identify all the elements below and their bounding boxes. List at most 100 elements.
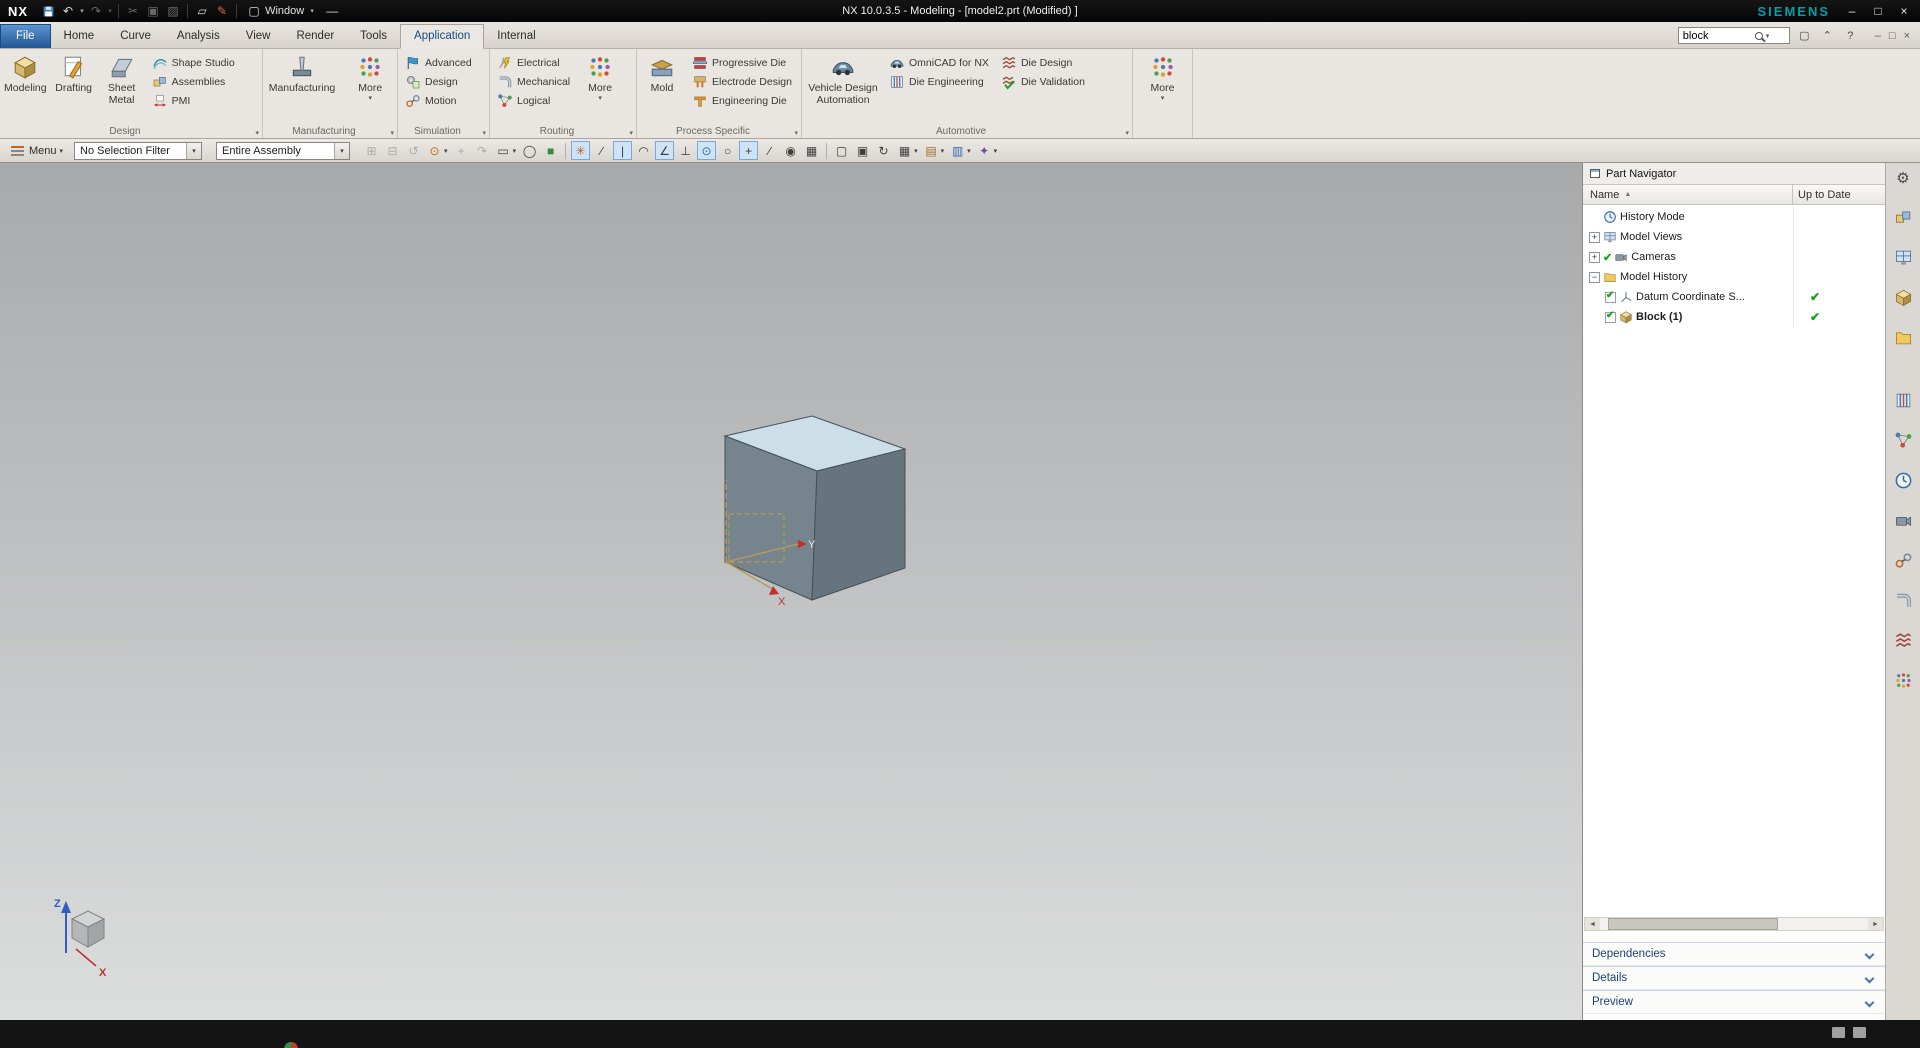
expand-icon[interactable]: +: [1589, 251, 1600, 263]
graphics-viewport[interactable]: Y X Z X: [0, 163, 1582, 1020]
electrical-button[interactable]: Electrical: [492, 53, 575, 72]
manufacturing-more-button[interactable]: More ▾: [347, 50, 393, 102]
die-engineering-button[interactable]: Die Engineering: [884, 72, 994, 91]
mechanical-button[interactable]: Mechanical: [492, 72, 575, 91]
point-dialog-icon[interactable]: ⊙: [425, 141, 444, 160]
chevron-down-icon[interactable]: ▾: [914, 147, 918, 155]
engineering-die-button[interactable]: Engineering Die: [687, 91, 797, 110]
chevron-down-icon[interactable]: ▾: [967, 147, 971, 155]
taskbar-tray-icons[interactable]: [1832, 1027, 1866, 1038]
resource-bar-icon[interactable]: [1894, 511, 1913, 530]
tab-analysis[interactable]: Analysis: [164, 25, 233, 48]
scroll-right-icon[interactable]: ►: [1868, 918, 1883, 930]
selection-scope-dropdown[interactable]: Entire Assembly ▾: [216, 141, 351, 160]
snap-circle-icon[interactable]: ○: [718, 141, 737, 160]
shape-studio-button[interactable]: Shape Studio: [147, 53, 240, 72]
expand-icon[interactable]: +: [1589, 231, 1600, 243]
process-specific-group-dropdown-icon[interactable]: ▾: [794, 129, 798, 137]
rectangle-select-icon[interactable]: ▭: [494, 141, 513, 160]
tab-home[interactable]: Home: [51, 25, 108, 48]
drafting-button[interactable]: Drafting: [51, 50, 97, 94]
snap-mid-point-icon[interactable]: |: [613, 141, 633, 160]
tab-file[interactable]: File: [0, 24, 51, 48]
snap-center-icon[interactable]: ⊙: [697, 141, 717, 160]
sphere-select-icon[interactable]: ◯: [520, 141, 539, 160]
window-menu-button[interactable]: ▢ Window ▾: [241, 2, 322, 20]
scrollbar-thumb[interactable]: [1608, 918, 1778, 930]
object-display-icon[interactable]: ▤: [922, 141, 941, 160]
manufacturing-button[interactable]: Manufacturing: [267, 50, 338, 94]
scrollbar-track[interactable]: [1600, 918, 1868, 930]
resource-bar-icon[interactable]: [1894, 248, 1913, 267]
collapse-icon[interactable]: −: [1589, 271, 1600, 283]
logical-button[interactable]: Logical: [492, 91, 575, 110]
block-solid[interactable]: [723, 415, 907, 601]
assemblies-button[interactable]: Assemblies: [147, 72, 240, 91]
resource-bar-icon[interactable]: [1894, 288, 1913, 307]
gear-icon[interactable]: ⚙: [1896, 169, 1909, 187]
column-up-to-date[interactable]: Up to Date: [1793, 185, 1885, 204]
restore-button[interactable]: □: [1870, 4, 1886, 18]
full-screen-icon[interactable]: ▢: [1796, 28, 1813, 44]
manufacturing-group-dropdown-icon[interactable]: ▾: [390, 129, 394, 137]
design-group-dropdown-icon[interactable]: ▾: [255, 129, 259, 137]
snap-point-on-surface-icon[interactable]: ◉: [781, 141, 800, 160]
paste-icon[interactable]: ▨: [163, 2, 183, 20]
solid-body-filter-icon[interactable]: ■: [541, 141, 560, 160]
snap-grid-point-icon[interactable]: ▦: [802, 141, 821, 160]
resource-bar-icon[interactable]: [1894, 471, 1913, 490]
design-simulation-button[interactable]: Design: [400, 72, 477, 91]
part-navigator-header[interactable]: Part Navigator: [1583, 163, 1885, 185]
immediate-hide-icon[interactable]: ▣: [853, 141, 872, 160]
modeling-button[interactable]: Modeling: [2, 50, 49, 94]
motion-button[interactable]: Motion: [400, 91, 477, 110]
titlebar-extra-icon[interactable]: ✎: [212, 2, 232, 20]
snap-perpendicular-icon[interactable]: ⊥: [676, 141, 695, 160]
undo-button[interactable]: ↶: [58, 2, 78, 20]
enable-snap-point-icon[interactable]: ✳: [571, 141, 591, 160]
toolbar-icon[interactable]: ⊞: [362, 141, 381, 160]
toolbar-icon[interactable]: ↺: [404, 141, 423, 160]
tree-item-cameras[interactable]: + ✔ Cameras: [1583, 247, 1885, 267]
mold-button[interactable]: Mold: [639, 50, 685, 94]
details-section[interactable]: Details: [1583, 966, 1885, 990]
refresh-view-icon[interactable]: ↻: [874, 141, 893, 160]
horizontal-scrollbar[interactable]: ◄ ►: [1584, 917, 1884, 931]
tab-application[interactable]: Application: [400, 24, 485, 49]
undo-dropdown-icon[interactable]: ▾: [78, 7, 86, 15]
tab-internal[interactable]: Internal: [484, 25, 548, 48]
die-design-button[interactable]: Die Design: [996, 53, 1090, 72]
titlebar-extra-icon[interactable]: ▱: [192, 2, 212, 20]
tab-tools[interactable]: Tools: [347, 25, 400, 48]
resource-bar-icon[interactable]: [1894, 391, 1913, 410]
minimize-ribbon-icon[interactable]: ⌃: [1819, 28, 1836, 44]
die-validation-button[interactable]: Die Validation: [996, 72, 1090, 91]
customize-quick-access-icon[interactable]: —: [322, 2, 342, 20]
tab-view[interactable]: View: [233, 25, 284, 48]
close-button[interactable]: ×: [1896, 4, 1912, 18]
snap-existing-point-icon[interactable]: +: [739, 141, 759, 160]
routing-group-dropdown-icon[interactable]: ▾: [629, 129, 633, 137]
minimize-button[interactable]: –: [1844, 4, 1860, 18]
resource-bar-icon[interactable]: [1894, 328, 1913, 347]
routing-more-button[interactable]: More ▾: [577, 50, 623, 102]
copy-icon[interactable]: ▣: [143, 2, 163, 20]
resource-bar-icon[interactable]: [1894, 671, 1913, 690]
tree-item-block[interactable]: ✔ Block (1) ✔: [1583, 307, 1885, 327]
chevron-down-icon[interactable]: ▾: [994, 147, 998, 155]
snap-arc-icon[interactable]: ◠: [634, 141, 653, 160]
resource-bar-icon[interactable]: [1894, 551, 1913, 570]
pmi-button[interactable]: PMI: [147, 91, 240, 110]
ribbon-more-button[interactable]: More ▾: [1140, 50, 1186, 102]
save-button[interactable]: [38, 2, 58, 20]
show-hide-icon[interactable]: ▢: [832, 141, 851, 160]
resource-bar-icon[interactable]: [1894, 208, 1913, 227]
checkbox-icon[interactable]: ✔: [1605, 310, 1616, 323]
snap-point-on-curve-icon[interactable]: ∕: [760, 141, 779, 160]
layer-settings-icon[interactable]: ▥: [948, 141, 967, 160]
visual-effects-icon[interactable]: ✦: [975, 141, 994, 160]
toolbar-icon[interactable]: ⊟: [383, 141, 402, 160]
document-minimize-button[interactable]: –: [1875, 30, 1881, 42]
search-icon[interactable]: [1754, 31, 1763, 40]
tree-item-history-mode[interactable]: History Mode: [1583, 207, 1885, 227]
